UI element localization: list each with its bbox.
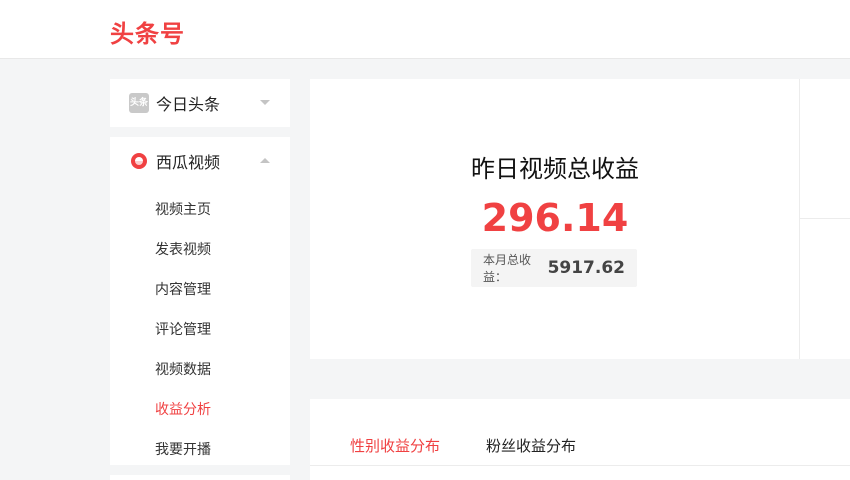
yesterday-revenue-value: 296.14 (481, 196, 629, 240)
xigua-logo-icon (131, 153, 147, 169)
monthly-revenue-value: 5917.62 (547, 258, 625, 278)
sidebar-item-video-data[interactable]: 视频数据 (155, 359, 211, 379)
chevron-up-icon (260, 158, 270, 163)
chevron-down-icon (260, 100, 270, 105)
sidebar-item-xigua[interactable]: 西瓜视频 (110, 137, 290, 185)
sidebar-item-label: 今日头条 (156, 95, 221, 114)
tab-divider (310, 465, 850, 466)
yesterday-revenue-title: 昨日视频总收益 (471, 155, 639, 183)
revenue-summary-card: 昨日视频总收益 296.14 本月总收益： 5917.62 (310, 79, 850, 359)
card-divider (800, 218, 850, 219)
sidebar-item-content-management[interactable]: 内容管理 (155, 279, 211, 299)
monthly-revenue-box: 本月总收益： 5917.62 (471, 249, 637, 287)
sidebar-section-xigua: 西瓜视频 视频主页 发表视频 内容管理 评论管理 视频数据 收益分析 我要开播 (110, 137, 290, 465)
sidebar-item-comment-management[interactable]: 评论管理 (155, 319, 211, 339)
monthly-revenue-label: 本月总收益： (483, 253, 532, 284)
toutiao-logo-icon: 头条 (129, 93, 149, 113)
sidebar-item-publish-video[interactable]: 发表视频 (155, 239, 211, 259)
sidebar-item-toutiao[interactable]: 头条 今日头条 (110, 79, 290, 127)
sidebar-item-label: 西瓜视频 (156, 153, 221, 172)
tab-gender-revenue[interactable]: 性别收益分布 (350, 435, 440, 456)
sidebar-section-next (110, 475, 290, 480)
sidebar-item-video-home[interactable]: 视频主页 (155, 199, 211, 219)
revenue-distribution-card: 性别收益分布 粉丝收益分布 (310, 399, 850, 480)
tab-fans-revenue[interactable]: 粉丝收益分布 (486, 435, 576, 456)
toutiaohao-logo[interactable]: 头条号 (110, 14, 185, 49)
card-divider (799, 79, 800, 359)
top-bar: 头条号 (0, 0, 850, 59)
sidebar-section-toutiao: 头条 今日头条 (110, 79, 290, 127)
sidebar-item-revenue-analysis[interactable]: 收益分析 (155, 399, 211, 419)
sidebar-item-go-live[interactable]: 我要开播 (155, 439, 211, 459)
